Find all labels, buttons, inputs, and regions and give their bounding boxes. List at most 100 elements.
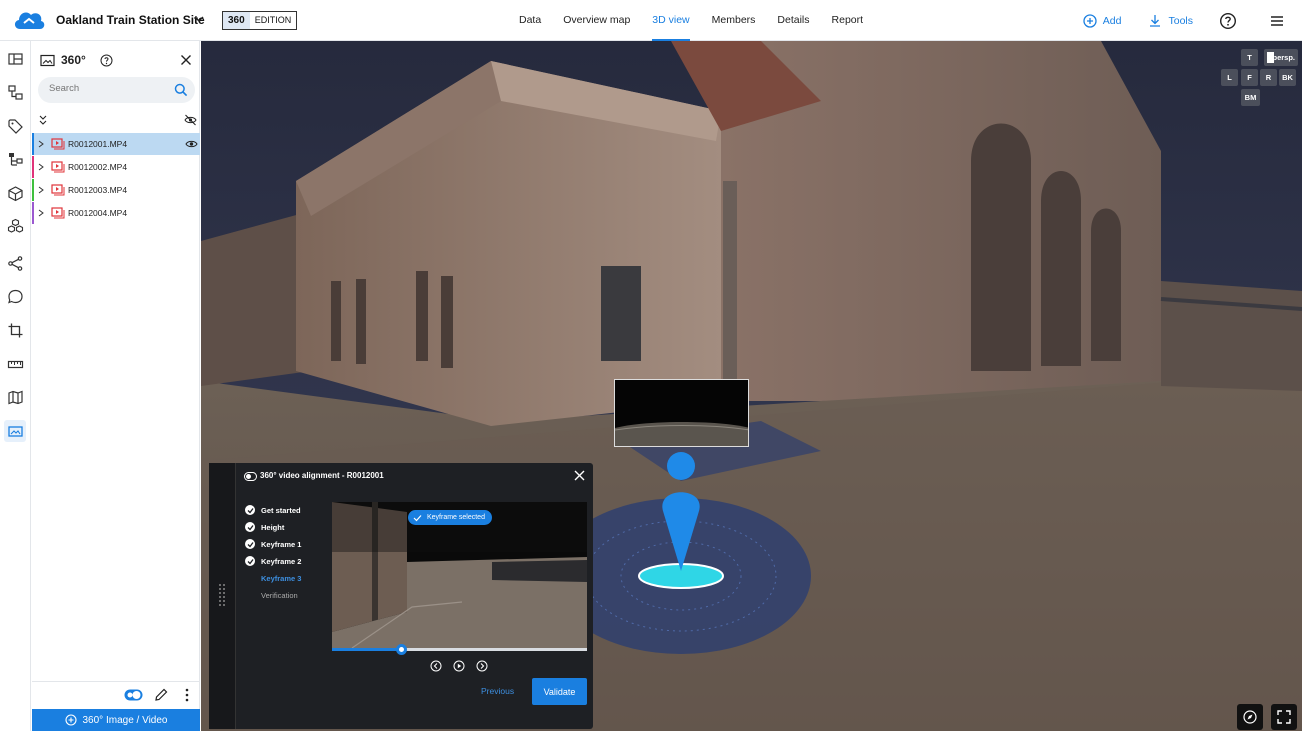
chevron-down-icon[interactable] (192, 12, 206, 26)
map-icon[interactable] (4, 386, 26, 408)
view-bottom-button[interactable]: BM (1241, 89, 1260, 106)
fullscreen-button[interactable] (1271, 704, 1297, 730)
eye-off-icon[interactable] (184, 114, 197, 126)
play-icon[interactable] (453, 660, 465, 672)
step-keyframe-2[interactable]: Keyframe 2 (245, 554, 301, 568)
add-button[interactable]: Add (1082, 13, 1122, 29)
close-icon[interactable] (180, 54, 192, 66)
check-icon (245, 539, 255, 549)
row-color-bar (32, 156, 34, 178)
check-icon (413, 514, 422, 521)
view-left-button[interactable]: L (1221, 69, 1238, 86)
top-bar-actions: Add Tools (1082, 0, 1302, 41)
add-label: Add (1102, 14, 1122, 27)
view-right-button[interactable]: R (1260, 69, 1277, 86)
tab-overview-map[interactable]: Overview map (552, 0, 641, 41)
share-icon[interactable] (4, 252, 26, 274)
search-icon[interactable] (174, 83, 188, 97)
view-back-button[interactable]: BK (1279, 69, 1296, 86)
compass-icon (1243, 710, 1257, 724)
step-label: Keyframe 1 (261, 539, 302, 549)
chevron-right-icon[interactable] (38, 209, 44, 217)
tab-3d-view[interactable]: 3D view (641, 0, 700, 41)
step-label: Keyframe 2 (261, 556, 302, 566)
validate-button[interactable]: Validate (532, 678, 587, 705)
scrubber-progress (332, 648, 401, 651)
chevron-right-icon[interactable] (38, 163, 44, 171)
perspective-toggle[interactable]: persp. (1264, 49, 1298, 66)
collapse-all-icon[interactable] (38, 114, 48, 126)
cube-icon[interactable] (4, 182, 26, 204)
tab-members[interactable]: Members (701, 0, 767, 41)
list-item[interactable]: R0012003.MP4 (32, 179, 200, 201)
chevron-right-icon[interactable] (38, 186, 44, 194)
video-file-icon (51, 207, 65, 219)
step-get-started[interactable]: Get started (245, 503, 301, 517)
tool-rail (0, 41, 31, 731)
tree-icon[interactable] (4, 81, 26, 103)
tab-data[interactable]: Data (508, 0, 552, 41)
ruler-icon[interactable] (4, 353, 26, 375)
list-item[interactable]: R0012004.MP4 (32, 202, 200, 224)
video-file-icon (51, 184, 65, 196)
help-icon[interactable] (100, 54, 113, 67)
main-nav: Data Overview map 3D view Members Detail… (508, 0, 874, 41)
scrubber-handle[interactable] (395, 644, 407, 655)
layers-icon[interactable] (4, 48, 26, 70)
view-top-button[interactable]: T (1241, 49, 1258, 66)
project-title[interactable]: Oakland Train Station Site (56, 13, 205, 27)
close-icon[interactable] (573, 469, 586, 482)
file-name: R0012001.MP4 (68, 139, 128, 149)
row-color-bar (32, 179, 34, 201)
step-label: Get started (261, 505, 301, 515)
step-verification[interactable]: Verification (261, 588, 298, 602)
search-input[interactable] (49, 83, 159, 94)
download-icon (1150, 14, 1161, 27)
drag-handle-icon[interactable] (218, 583, 226, 607)
tools-button[interactable]: Tools (1147, 13, 1193, 29)
list-item[interactable]: R0012002.MP4 (32, 156, 200, 178)
top-bar: Oakland Train Station Site 360 EDITION D… (0, 0, 1302, 41)
keyframe-badge-label: Keyframe selected (427, 514, 485, 521)
step-keyframe-3[interactable]: Keyframe 3 (261, 571, 301, 585)
list-item[interactable]: R0012001.MP4 (32, 133, 200, 155)
step-label: Keyframe 3 (261, 573, 302, 583)
help-icon[interactable] (1219, 12, 1237, 30)
panorama-icon[interactable] (4, 420, 26, 442)
edition-tag: 360 (223, 12, 250, 29)
panel-header: 360° (40, 49, 192, 71)
crop-icon[interactable] (4, 319, 26, 341)
step-height[interactable]: Height (245, 520, 284, 534)
hierarchy-icon[interactable] (4, 148, 26, 170)
step-label: Height (261, 522, 285, 532)
compass-button[interactable] (1237, 704, 1263, 730)
next-frame-icon[interactable] (476, 660, 488, 672)
dialog-title: 360° video alignment - R0012001 (260, 471, 384, 480)
previous-button[interactable]: Previous (481, 686, 514, 696)
tab-report[interactable]: Report (821, 0, 875, 41)
video-scrubber[interactable] (332, 644, 587, 655)
add-360-media-button[interactable]: 360° Image / Video (32, 709, 200, 731)
step-label: Verification (261, 590, 298, 600)
more-vertical-icon[interactable] (184, 688, 190, 702)
edition-label: EDITION (254, 15, 292, 25)
comment-icon[interactable] (4, 285, 26, 307)
previous-frame-icon[interactable] (430, 660, 442, 672)
panorama-preview-thumbnail[interactable] (614, 379, 749, 447)
keyframe-selected-badge: Keyframe selected (408, 510, 492, 525)
toggle-icon[interactable] (124, 689, 143, 701)
step-keyframe-1[interactable]: Keyframe 1 (245, 537, 301, 551)
logo-icon[interactable] (12, 7, 46, 33)
dialog-drag-rail (209, 463, 236, 729)
tab-details[interactable]: Details (766, 0, 820, 41)
menu-icon[interactable] (1269, 13, 1285, 29)
toggle-icon[interactable] (244, 472, 257, 481)
chevron-right-icon[interactable] (38, 140, 44, 148)
cubes-icon[interactable] (4, 215, 26, 237)
pencil-icon[interactable] (154, 688, 168, 702)
tag-icon[interactable] (4, 115, 26, 137)
video-file-icon (51, 161, 65, 173)
view-front-button[interactable]: F (1241, 69, 1258, 86)
video-file-icon (51, 138, 65, 150)
eye-icon[interactable] (185, 139, 198, 149)
